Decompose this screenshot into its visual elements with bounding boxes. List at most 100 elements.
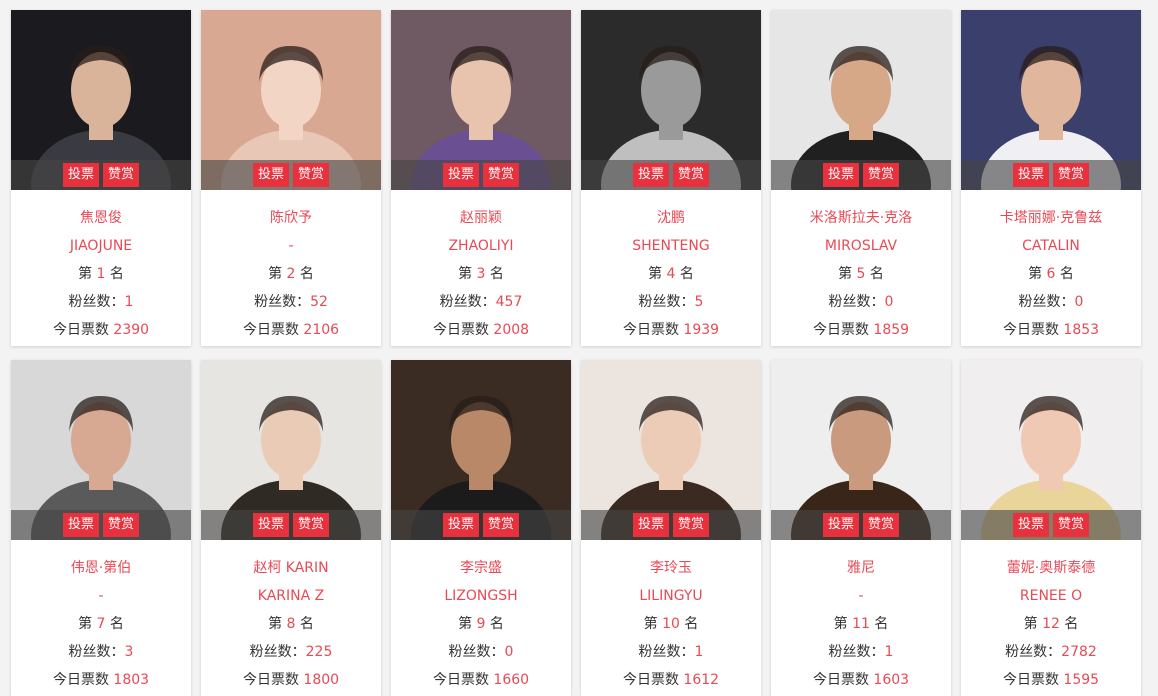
fans-value: 225: [305, 644, 333, 660]
rank-line: 第 11 名: [771, 610, 951, 638]
reward-button[interactable]: 赞赏: [293, 163, 330, 187]
reward-button[interactable]: 赞赏: [673, 163, 710, 187]
rank-suffix: 名: [299, 266, 314, 282]
fans-line: 粉丝数：225: [201, 638, 381, 666]
reward-button[interactable]: 赞赏: [483, 163, 520, 187]
person-card[interactable]: 投票 赞赏 卡塔丽娜·克鲁兹 CATALIN 第 6 名 粉丝数：0 今日票数 …: [961, 10, 1141, 346]
person-photo[interactable]: 投票 赞赏: [581, 360, 761, 540]
reward-button[interactable]: 赞赏: [863, 163, 900, 187]
vote-button[interactable]: 投票: [1012, 513, 1049, 537]
photo-action-bar: 投票 赞赏: [961, 510, 1141, 540]
person-card[interactable]: 投票 赞赏 雅尼 - 第 11 名 粉丝数：1 今日票数 1603: [771, 360, 951, 696]
rank-value: 7: [96, 616, 106, 632]
vote-button[interactable]: 投票: [822, 513, 859, 537]
rank-suffix: 名: [489, 616, 504, 632]
person-photo[interactable]: 投票 赞赏: [961, 360, 1141, 540]
fans-label: 粉丝数：: [448, 644, 505, 660]
person-photo[interactable]: 投票 赞赏: [581, 10, 761, 190]
today-votes-line: 今日票数 1800: [201, 666, 381, 694]
vote-button[interactable]: 投票: [442, 163, 479, 187]
vote-button[interactable]: 投票: [1012, 163, 1049, 187]
person-name[interactable]: 赵柯 KARIN: [201, 554, 381, 582]
rank-value: 9: [476, 616, 486, 632]
today-votes-value: 1853: [1063, 322, 1100, 338]
rank-line: 第 7 名: [11, 610, 191, 638]
person-photo[interactable]: 投票 赞赏: [771, 10, 951, 190]
person-name[interactable]: 陈欣予: [201, 204, 381, 232]
rank-suffix: 名: [109, 616, 124, 632]
today-votes-label: 今日票数: [622, 672, 679, 688]
person-photo[interactable]: 投票 赞赏: [201, 10, 381, 190]
person-name[interactable]: 伟恩·第伯: [11, 554, 191, 582]
person-photo[interactable]: 投票 赞赏: [391, 360, 571, 540]
person-name[interactable]: 卡塔丽娜·克鲁兹: [961, 204, 1141, 232]
rank-value: 1: [96, 266, 106, 282]
rank-suffix: 名: [109, 266, 124, 282]
reward-button[interactable]: 赞赏: [1053, 513, 1090, 537]
rank-prefix: 第: [1023, 616, 1038, 632]
fans-line: 粉丝数：1: [581, 638, 761, 666]
person-card[interactable]: 投票 赞赏 赵丽颖 ZHAOLIYI 第 3 名 粉丝数：457 今日票数 20…: [391, 10, 571, 346]
person-name[interactable]: 沈鹏: [581, 204, 761, 232]
person-card[interactable]: 投票 赞赏 李玲玉 LILINGYU 第 10 名 粉丝数：1 今日票数 161…: [581, 360, 761, 696]
person-card[interactable]: 投票 赞赏 蕾妮·奥斯泰德 RENEE O 第 12 名 粉丝数：2782 今日…: [961, 360, 1141, 696]
today-votes-label: 今日票数: [52, 672, 109, 688]
photo-action-bar: 投票 赞赏: [391, 510, 571, 540]
person-photo[interactable]: 投票 赞赏: [771, 360, 951, 540]
vote-button[interactable]: 投票: [252, 163, 289, 187]
rank-suffix: 名: [299, 616, 314, 632]
person-photo[interactable]: 投票 赞赏: [961, 10, 1141, 190]
vote-button[interactable]: 投票: [62, 163, 99, 187]
person-card[interactable]: 投票 赞赏 沈鹏 SHENTENG 第 4 名 粉丝数：5 今日票数 1939: [581, 10, 761, 346]
fans-label: 粉丝数：: [254, 294, 311, 310]
person-photo[interactable]: 投票 赞赏: [11, 360, 191, 540]
fans-label: 粉丝数：: [828, 294, 885, 310]
person-subname: SHENTENG: [632, 238, 710, 254]
person-card[interactable]: 投票 赞赏 米洛斯拉夫·克洛 MIROSLAV 第 5 名 粉丝数：0 今日票数…: [771, 10, 951, 346]
reward-button[interactable]: 赞赏: [293, 513, 330, 537]
today-votes-line: 今日票数 1660: [391, 666, 571, 694]
person-card[interactable]: 投票 赞赏 李宗盛 LIZONGSH 第 9 名 粉丝数：0 今日票数 1660: [391, 360, 571, 696]
person-name[interactable]: 赵丽颖: [391, 204, 571, 232]
rank-prefix: 第: [643, 616, 658, 632]
today-votes-line: 今日票数 1853: [961, 316, 1141, 344]
person-card[interactable]: 投票 赞赏 陈欣予 - 第 2 名 粉丝数：52 今日票数 2106: [201, 10, 381, 346]
reward-button[interactable]: 赞赏: [1053, 163, 1090, 187]
person-photo[interactable]: 投票 赞赏: [201, 360, 381, 540]
person-card[interactable]: 投票 赞赏 焦恩俊 JIAOJUNE 第 1 名 粉丝数：1 今日票数 2390: [11, 10, 191, 346]
today-votes-label: 今日票数: [432, 322, 489, 338]
rank-value: 10: [662, 616, 680, 632]
person-card[interactable]: 投票 赞赏 赵柯 KARIN KARINA Z 第 8 名 粉丝数：225 今日…: [201, 360, 381, 696]
today-votes-line: 今日票数 2390: [11, 316, 191, 344]
reward-button[interactable]: 赞赏: [103, 513, 140, 537]
vote-button[interactable]: 投票: [822, 163, 859, 187]
person-name[interactable]: 蕾妮·奥斯泰德: [961, 554, 1141, 582]
person-photo[interactable]: 投票 赞赏: [391, 10, 571, 190]
fans-line: 粉丝数：3: [11, 638, 191, 666]
person-name[interactable]: 雅尼: [771, 554, 951, 582]
vote-button[interactable]: 投票: [632, 163, 669, 187]
person-name[interactable]: 李宗盛: [391, 554, 571, 582]
reward-button[interactable]: 赞赏: [103, 163, 140, 187]
today-votes-value: 1803: [113, 672, 150, 688]
rank-value: 8: [286, 616, 296, 632]
vote-button[interactable]: 投票: [442, 513, 479, 537]
person-name[interactable]: 米洛斯拉夫·克洛: [771, 204, 951, 232]
fans-label: 粉丝数：: [249, 644, 306, 660]
fans-line: 粉丝数：1: [11, 288, 191, 316]
vote-button[interactable]: 投票: [62, 513, 99, 537]
rank-value: 2: [286, 266, 296, 282]
person-photo[interactable]: 投票 赞赏: [11, 10, 191, 190]
person-card[interactable]: 投票 赞赏 伟恩·第伯 - 第 7 名 粉丝数：3 今日票数 1803: [11, 360, 191, 696]
reward-button[interactable]: 赞赏: [863, 513, 900, 537]
reward-button[interactable]: 赞赏: [483, 513, 520, 537]
vote-button[interactable]: 投票: [252, 513, 289, 537]
person-subname: -: [98, 588, 104, 604]
today-votes-line: 今日票数 1612: [581, 666, 761, 694]
person-name[interactable]: 李玲玉: [581, 554, 761, 582]
person-name[interactable]: 焦恩俊: [11, 204, 191, 232]
today-votes-label: 今日票数: [1002, 672, 1059, 688]
vote-button[interactable]: 投票: [632, 513, 669, 537]
today-votes-label: 今日票数: [1002, 322, 1059, 338]
reward-button[interactable]: 赞赏: [673, 513, 710, 537]
